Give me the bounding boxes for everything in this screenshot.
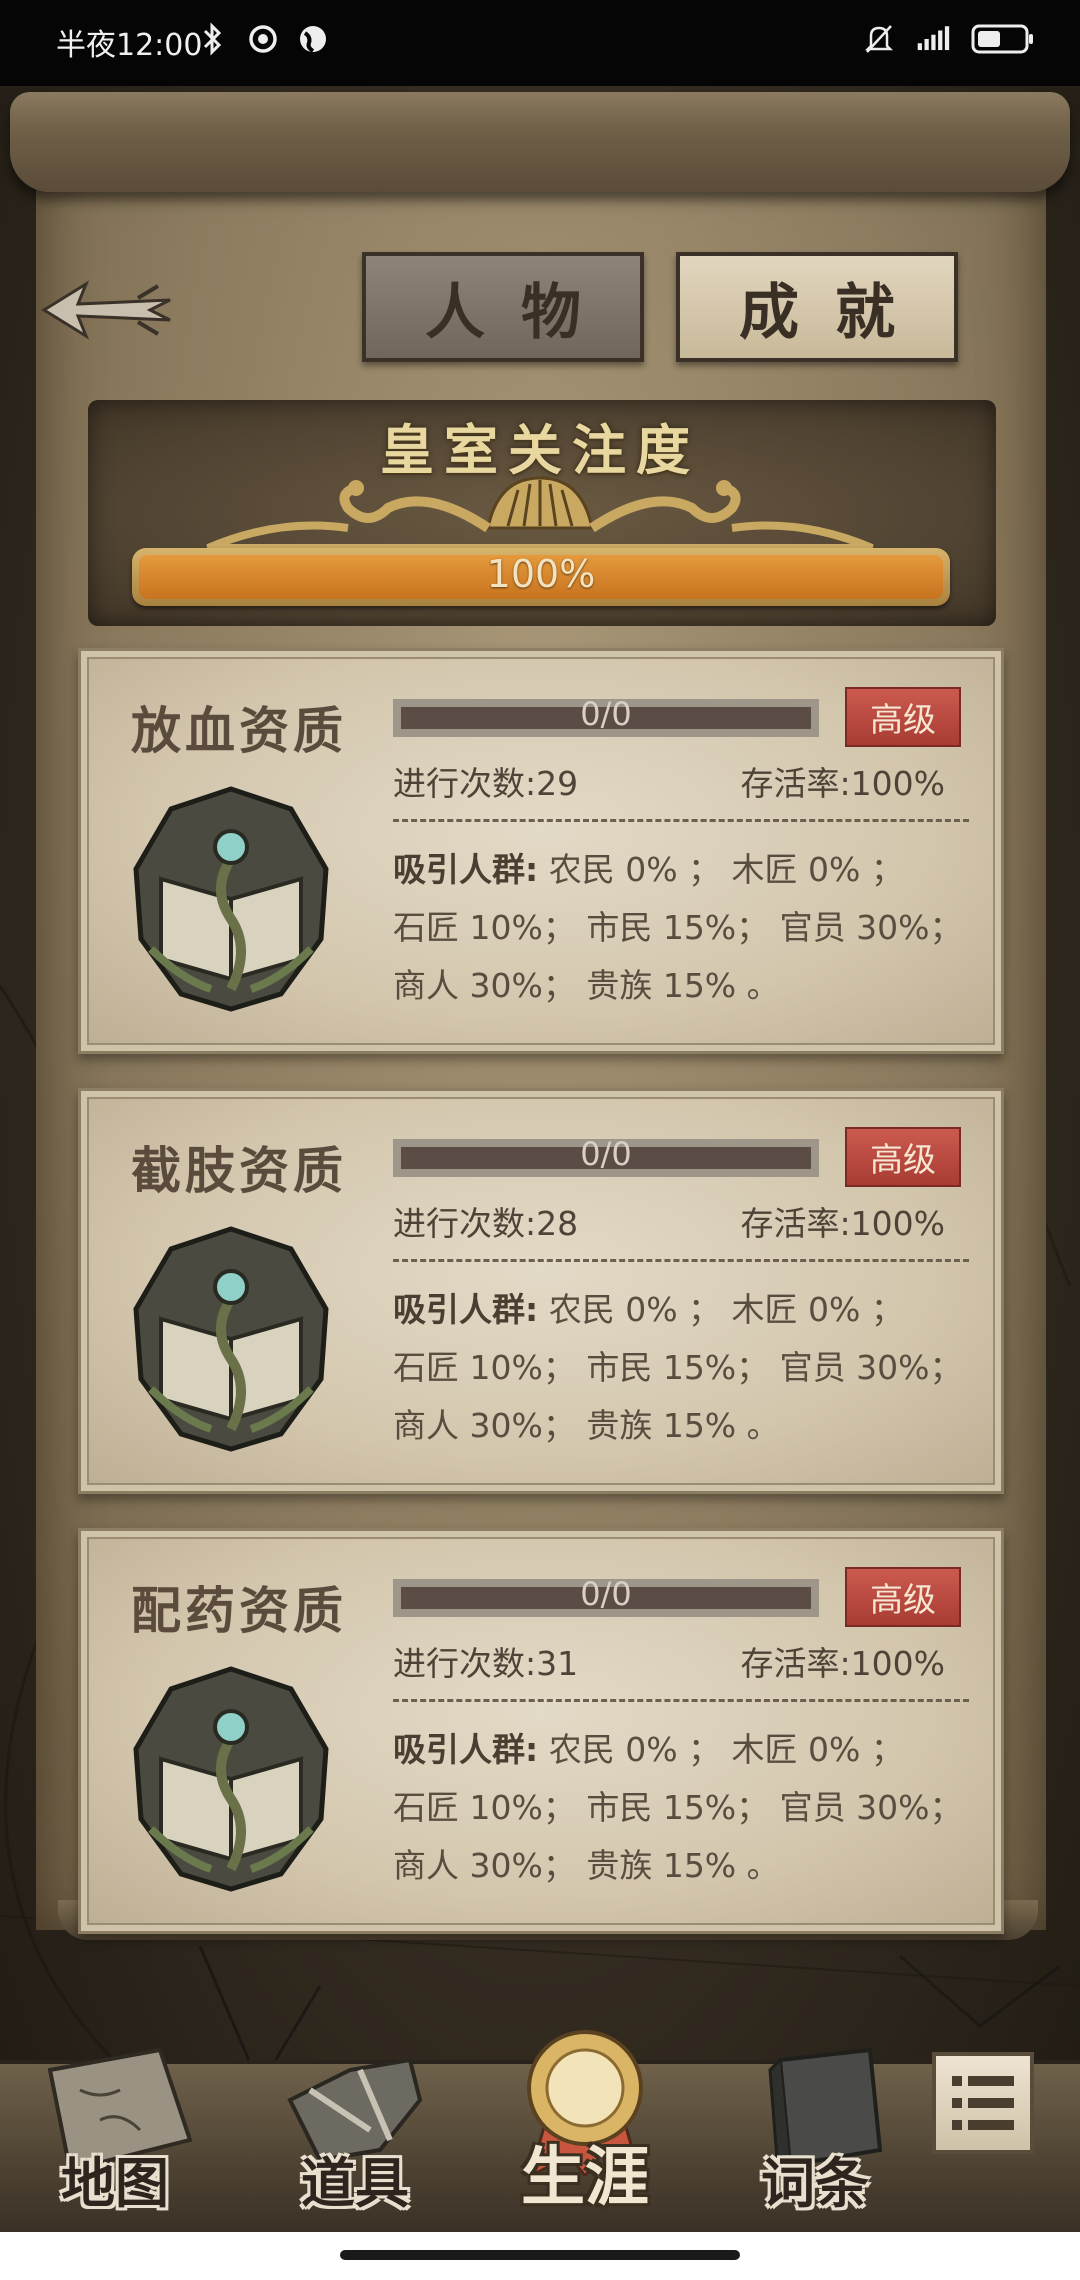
home-indicator[interactable] <box>340 2250 740 2260</box>
battery-icon <box>970 22 1036 56</box>
attract-line2: 石匠 10%； 市民 15%； 官员 30%； <box>393 1348 963 1387</box>
card-attract-text: 吸引人群: 农民 0% ； 木匠 0% ； 石匠 10%； 市民 15%； 官员… <box>393 1721 973 1895</box>
sync-icon <box>246 22 280 56</box>
skill-card-amputation[interactable]: 截肢资质 0/0 高级 进行次数:28 存活率:100% 吸引人群: 农民 0%… <box>78 1088 1004 1494</box>
status-bar: 半夜12:00 <box>0 0 1080 86</box>
level-badge: 高级 <box>845 1127 961 1187</box>
attract-line2: 石匠 10%； 市民 15%； 官员 30%； <box>393 1788 963 1827</box>
tab-people-label: 人物 <box>425 277 617 348</box>
scroll-top-roll <box>10 92 1070 192</box>
tab-achievements[interactable]: 成就 <box>676 252 958 362</box>
tab-people[interactable]: 人物 <box>362 252 644 362</box>
attract-label: 吸引人群: <box>393 1730 539 1769</box>
list-menu-icon <box>952 2076 1014 2130</box>
attract-line2: 石匠 10%； 市民 15%； 官员 30%； <box>393 908 963 947</box>
nav-label-tools: 道具 <box>301 2152 409 2215</box>
card-divider <box>393 819 969 822</box>
skill-card-bloodletting[interactable]: 放血资质 0/0 高级 进行次数:29 存活率:100% 吸引人群: 农民 0%… <box>78 648 1004 1054</box>
nav-item-tools[interactable]: 道具 <box>270 2040 440 2230</box>
medical-book-emblem-icon <box>133 1226 329 1452</box>
card-attract-text: 吸引人群: 农民 0% ； 木匠 0% ； 石匠 10%； 市民 15%； 官员… <box>393 1281 973 1455</box>
nav-item-map[interactable]: 地图 <box>30 2040 200 2230</box>
card-divider <box>393 1699 969 1702</box>
attract-line3: 商人 30%； 贵族 15% 。 <box>393 966 780 1005</box>
attract-label: 吸引人群: <box>393 1290 539 1329</box>
card-survival-rate: 存活率:100% <box>740 1204 945 1243</box>
skill-card-pharmacy[interactable]: 配药资质 0/0 高级 进行次数:31 存活率:100% 吸引人群: 农民 0%… <box>78 1528 1004 1934</box>
attract-line1: 农民 0% ； 木匠 0% ； <box>548 850 904 889</box>
card-survival-rate: 存活率:100% <box>740 764 945 803</box>
nav-item-career[interactable]: 生涯 <box>500 2030 670 2230</box>
card-progress-text: 0/0 <box>580 1575 632 1613</box>
nav-label-career: 生涯 <box>521 2141 649 2215</box>
level-badge: 高级 <box>845 1567 961 1627</box>
bluetooth-icon <box>196 22 230 56</box>
globe-icon <box>296 22 330 56</box>
level-badge: 高级 <box>845 687 961 747</box>
attract-line1: 农民 0% ； 木匠 0% ； <box>548 1290 904 1329</box>
medical-book-emblem-icon <box>133 1666 329 1892</box>
card-survival-rate: 存活率:100% <box>740 1644 945 1683</box>
card-title: 放血资质 <box>131 702 347 760</box>
mute-bell-icon <box>862 22 896 56</box>
menu-button[interactable] <box>932 2052 1034 2154</box>
nav-label-glossary: 词条 <box>761 2152 869 2215</box>
card-progress-text: 0/0 <box>580 695 632 733</box>
tab-achievements-label: 成就 <box>739 277 931 348</box>
card-attract-text: 吸引人群: 农民 0% ； 木匠 0% ； 石匠 10%； 市民 15%； 官员… <box>393 841 973 1015</box>
nav-label-map: 地图 <box>61 2152 169 2215</box>
attract-line1: 农民 0% ； 木匠 0% ； <box>548 1730 904 1769</box>
attract-label: 吸引人群: <box>393 850 539 889</box>
status-icons-right <box>862 22 1036 56</box>
status-icons-left <box>196 22 330 56</box>
card-count: 进行次数:28 <box>393 1204 579 1243</box>
card-progress-text: 0/0 <box>580 1135 632 1173</box>
attract-line3: 商人 30%； 贵族 15% 。 <box>393 1846 780 1885</box>
nav-item-glossary[interactable]: 词条 <box>730 2040 900 2230</box>
card-count: 进行次数:29 <box>393 764 579 803</box>
back-button[interactable] <box>40 270 180 350</box>
attract-line3: 商人 30%； 贵族 15% 。 <box>393 1406 780 1445</box>
signal-icon <box>916 22 950 56</box>
card-title: 截肢资质 <box>131 1142 347 1200</box>
card-title: 配药资质 <box>131 1582 347 1640</box>
status-time: 半夜12:00 <box>56 28 203 63</box>
royal-attention-percent: 100% <box>486 552 596 596</box>
card-divider <box>393 1259 969 1262</box>
card-count: 进行次数:31 <box>393 1644 579 1683</box>
arrow-left-icon <box>41 280 171 340</box>
medical-book-emblem-icon <box>133 786 329 1012</box>
